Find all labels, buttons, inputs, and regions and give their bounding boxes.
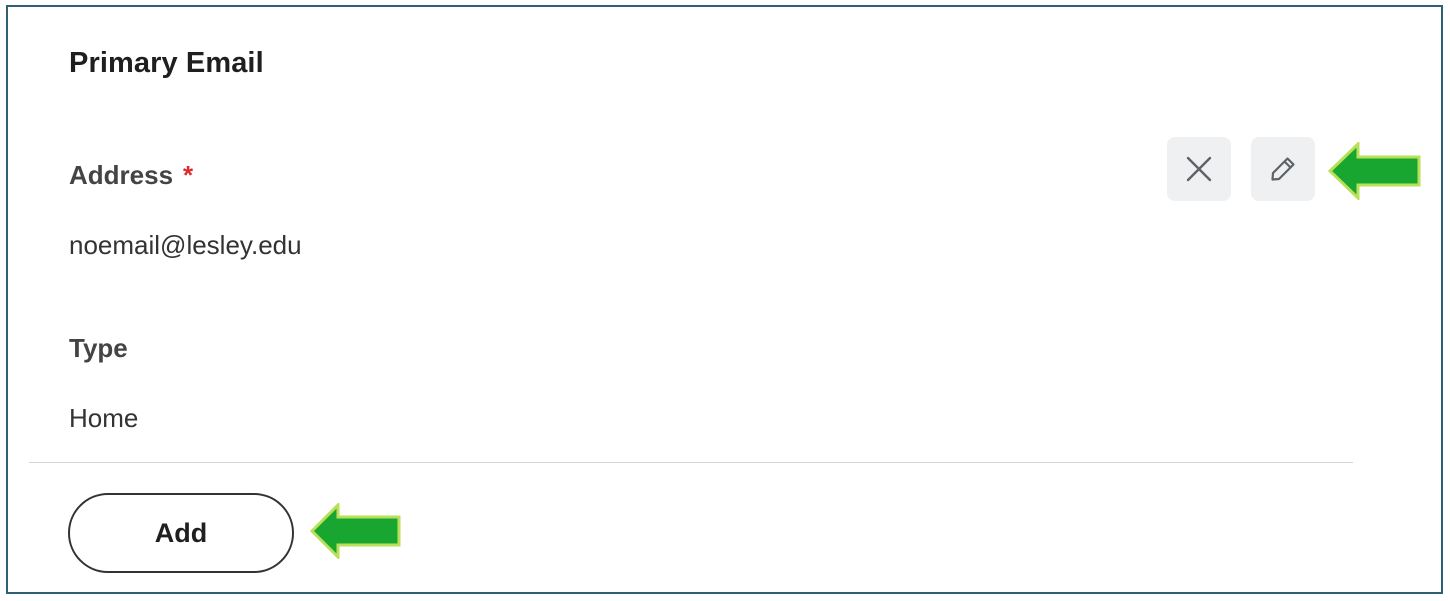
- pencil-icon: [1271, 157, 1295, 181]
- close-icon: [1186, 156, 1212, 182]
- address-label: Address *: [69, 160, 193, 191]
- annotation-arrow-edit: [1328, 142, 1421, 200]
- section-divider: [29, 462, 1353, 463]
- remove-email-button[interactable]: [1167, 137, 1231, 201]
- annotation-arrow-add: [310, 503, 401, 559]
- edit-email-button[interactable]: [1251, 137, 1315, 201]
- required-indicator: *: [183, 160, 194, 190]
- email-address-value: noemail@lesley.edu: [69, 230, 302, 260]
- add-button[interactable]: Add: [68, 493, 294, 573]
- type-label: Type: [69, 333, 128, 363]
- section-title: Primary Email: [69, 47, 264, 79]
- type-value: Home: [69, 403, 139, 433]
- address-label-text: Address: [69, 160, 174, 190]
